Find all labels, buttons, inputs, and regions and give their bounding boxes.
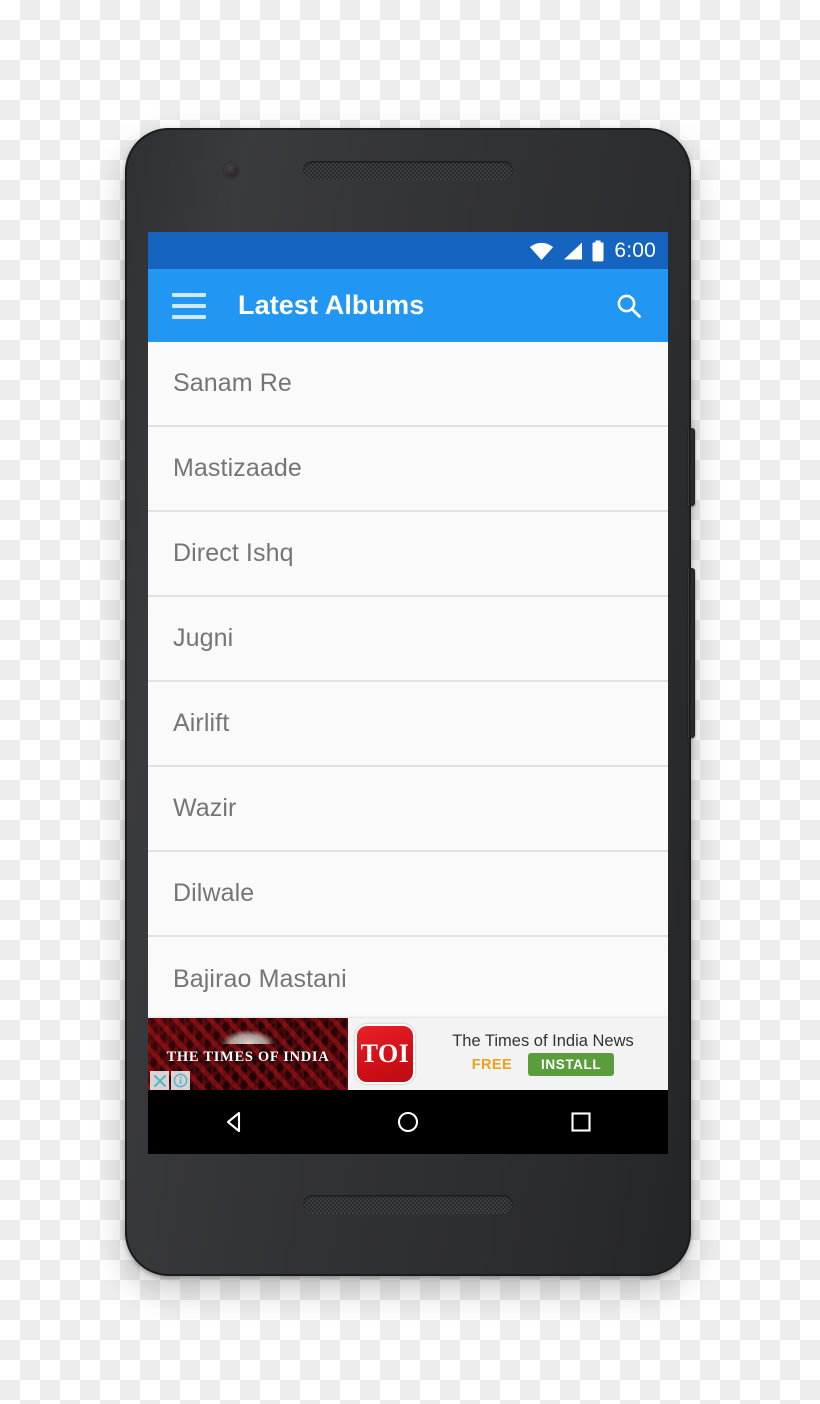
list-item-label: Jugni bbox=[173, 624, 234, 652]
list-item-label: Wazir bbox=[173, 794, 237, 822]
list-item-label: Mastizaade bbox=[173, 454, 302, 482]
list-item[interactable]: Bajirao Mastani bbox=[148, 937, 668, 1022]
search-icon[interactable] bbox=[612, 289, 646, 323]
page-title: Latest Albums bbox=[238, 290, 425, 320]
hamburger-menu-icon[interactable] bbox=[172, 292, 206, 319]
ad-artwork: THE TIMES OF INDIA bbox=[148, 1018, 348, 1090]
recents-square-icon[interactable] bbox=[551, 1100, 611, 1144]
status-bar-clock: 6:00 bbox=[614, 238, 656, 262]
battery-icon bbox=[592, 240, 604, 261]
phone-screen: 6:00 Latest Albums Sanam Re Mastizaade D… bbox=[148, 232, 668, 1154]
ad-masthead-crest-icon bbox=[221, 1030, 275, 1044]
ad-controls bbox=[150, 1071, 190, 1090]
power-button[interactable] bbox=[688, 428, 695, 506]
bottom-speaker-grille bbox=[303, 1195, 513, 1214]
list-item-label: Sanam Re bbox=[173, 369, 292, 397]
list-item[interactable]: Dilwale bbox=[148, 852, 668, 937]
android-nav-bar bbox=[148, 1090, 668, 1154]
ad-cta-row: FREE INSTALL bbox=[471, 1053, 615, 1077]
signal-icon bbox=[564, 242, 583, 259]
list-item[interactable]: Direct Ishq bbox=[148, 512, 668, 597]
wifi-icon bbox=[530, 242, 554, 260]
list-item[interactable]: Mastizaade bbox=[148, 427, 668, 512]
album-list: Sanam Re Mastizaade Direct Ishq Jugni Ai… bbox=[148, 342, 668, 1022]
list-item-label: Direct Ishq bbox=[173, 539, 294, 567]
ad-artwork-title: THE TIMES OF INDIA bbox=[166, 1049, 330, 1065]
volume-rocker-button[interactable] bbox=[688, 568, 695, 738]
list-item-label: Airlift bbox=[173, 709, 230, 737]
front-camera-icon bbox=[224, 163, 239, 178]
back-triangle-icon[interactable] bbox=[205, 1100, 265, 1144]
ad-install-button[interactable]: INSTALL bbox=[528, 1053, 615, 1077]
ad-info: The Times of India News FREE INSTALL bbox=[422, 1018, 668, 1090]
app-bar: Latest Albums bbox=[148, 269, 668, 342]
list-item-label: Dilwale bbox=[173, 879, 255, 907]
ad-headline: The Times of India News bbox=[452, 1031, 634, 1050]
home-circle-icon[interactable] bbox=[378, 1100, 438, 1144]
info-icon[interactable] bbox=[171, 1071, 190, 1090]
list-item[interactable]: Wazir bbox=[148, 767, 668, 852]
ad-banner[interactable]: THE TIMES OF INDIA TOI The Times of Indi… bbox=[148, 1018, 668, 1090]
ad-logo-container: TOI bbox=[348, 1018, 422, 1090]
list-item[interactable]: Sanam Re bbox=[148, 342, 668, 427]
status-bar: 6:00 bbox=[148, 232, 668, 269]
list-item-label: Bajirao Mastani bbox=[173, 965, 347, 993]
earpiece-speaker-grille bbox=[303, 161, 513, 180]
close-icon[interactable] bbox=[150, 1071, 169, 1090]
ad-app-logo: TOI bbox=[355, 1024, 415, 1084]
ad-price-label: FREE bbox=[471, 1056, 513, 1073]
list-item[interactable]: Airlift bbox=[148, 682, 668, 767]
phone-device: 6:00 Latest Albums Sanam Re Mastizaade D… bbox=[125, 128, 695, 1276]
list-item[interactable]: Jugni bbox=[148, 597, 668, 682]
